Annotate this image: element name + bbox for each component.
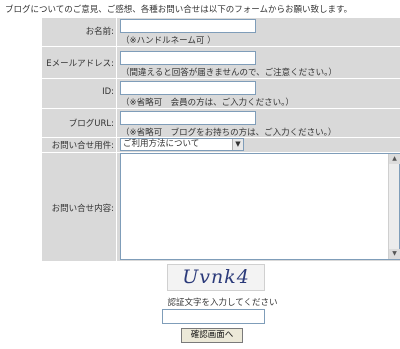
intro-text: ブログについてのご意見、ご感想、各種お問い合せは以下のフォームからお願い致します… xyxy=(5,5,353,15)
scroll-down-icon[interactable]: ▼ xyxy=(389,249,400,259)
email-note: （間違えると回答が届きませんので、ご注意ください。） xyxy=(121,68,337,78)
subject-select[interactable]: ご利用方法について ▼ xyxy=(120,138,244,151)
email-label: Eメールアドレス: xyxy=(46,59,114,69)
name-input[interactable] xyxy=(120,19,256,33)
blog-url-input[interactable] xyxy=(120,111,256,125)
captcha-input[interactable] xyxy=(162,309,265,324)
id-note: （※省略可 会員の方は、ご入力ください。） xyxy=(121,98,294,108)
column-divider xyxy=(116,18,117,261)
row-divider xyxy=(42,108,400,109)
captcha-label: 認証文字を入力してください xyxy=(167,298,278,308)
content-label: お問い合せ内容: xyxy=(51,204,114,214)
blog-url-label: ブログURL: xyxy=(68,119,114,129)
captcha-section: Uvnk4 認証文字を入力してください 確認画面へ xyxy=(42,261,400,349)
row-divider xyxy=(42,78,400,79)
email-input[interactable] xyxy=(120,51,256,65)
confirm-button[interactable]: 確認画面へ xyxy=(181,328,243,343)
scroll-up-icon[interactable]: ▲ xyxy=(389,154,400,164)
subject-selected-value: ご利用方法について xyxy=(123,139,200,149)
captcha-image: Uvnk4 xyxy=(167,264,265,291)
content-textarea[interactable] xyxy=(120,153,400,260)
id-label: ID: xyxy=(102,87,114,97)
contact-form: お名前: （※ハンドルネーム可 ） Eメールアドレス: （間違えると回答が届きま… xyxy=(42,18,400,349)
name-label: お名前: xyxy=(85,27,114,37)
id-input[interactable] xyxy=(120,81,256,95)
chevron-down-icon[interactable]: ▼ xyxy=(232,139,243,150)
name-note: （※ハンドルネーム可 ） xyxy=(121,36,216,46)
row-divider xyxy=(42,46,400,47)
textarea-scrollbar[interactable]: ▲ ▼ xyxy=(388,154,400,259)
subject-label: お問い合せ用件: xyxy=(51,141,114,151)
